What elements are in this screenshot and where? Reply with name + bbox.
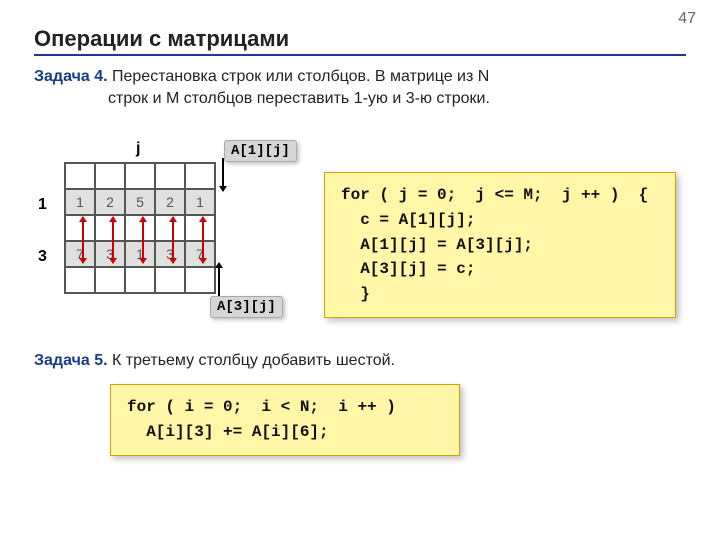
matrix-cell: [125, 163, 155, 189]
matrix-cell: [95, 163, 125, 189]
problem4-line1: Перестановка строк или столбцов. В матри…: [108, 68, 490, 85]
matrix-cell: [65, 267, 95, 293]
matrix-cell: [155, 163, 185, 189]
problem4-label: Задача 4.: [34, 68, 108, 85]
problem5-text: Задача 5. К третьему столбцу добавить ше…: [34, 352, 686, 370]
problem4-text: Задача 4. Перестановка строк или столбцо…: [34, 66, 686, 109]
matrix-cell: 2: [155, 189, 185, 215]
code-block-swap: for ( j = 0; j <= M; j ++ ) { c = A[1][j…: [324, 172, 676, 318]
page-title: Операции с матрицами: [34, 26, 289, 52]
problem5-body: К третьему столбцу добавить шестой.: [108, 352, 395, 369]
code1-line3: A[1][j] = A[3][j];: [341, 236, 533, 254]
title-underline: [34, 54, 686, 56]
swap-arrow-icon: [102, 222, 132, 258]
code1-line4: A[3][j] = c;: [341, 260, 475, 278]
pointer-arrow-icon: [218, 268, 220, 296]
code2-line2: A[i][3] += A[i][6];: [127, 423, 329, 441]
matrix-cell: 5: [125, 189, 155, 215]
matrix-cell: [185, 163, 215, 189]
a3j-label: A[3][j]: [210, 296, 283, 318]
pointer-arrow-icon: [222, 158, 224, 186]
matrix-cell: 2: [95, 189, 125, 215]
page-number: 47: [678, 10, 696, 28]
code1-line1: for ( j = 0; j <= M; j ++ ) {: [341, 186, 648, 204]
j-label: j: [136, 140, 140, 158]
matrix-cell: 1: [65, 189, 95, 215]
matrix-cell: [65, 163, 95, 189]
swap-arrow-icon: [72, 222, 102, 258]
code2-line1: for ( i = 0; i < N; i ++ ): [127, 398, 396, 416]
row3-index: 3: [38, 248, 47, 266]
row1-index: 1: [38, 196, 47, 214]
problem5-label: Задача 5.: [34, 352, 108, 369]
matrix-cell: [155, 267, 185, 293]
swap-arrow-icon: [162, 222, 192, 258]
code-block-addcol: for ( i = 0; i < N; i ++ ) A[i][3] += A[…: [110, 384, 460, 456]
problem4-line2: строк и M столбцов переставить 1-ую и 3-…: [108, 90, 490, 107]
matrix-cell: [185, 267, 215, 293]
swap-arrow-icon: [132, 222, 162, 258]
swap-arrow-icon: [192, 222, 222, 258]
matrix-cell: [125, 267, 155, 293]
matrix-cell: 1: [185, 189, 215, 215]
code1-line2: c = A[1][j];: [341, 211, 475, 229]
a1j-label: A[1][j]: [224, 140, 297, 162]
code1-line5: }: [341, 285, 370, 303]
matrix-cell: [95, 267, 125, 293]
